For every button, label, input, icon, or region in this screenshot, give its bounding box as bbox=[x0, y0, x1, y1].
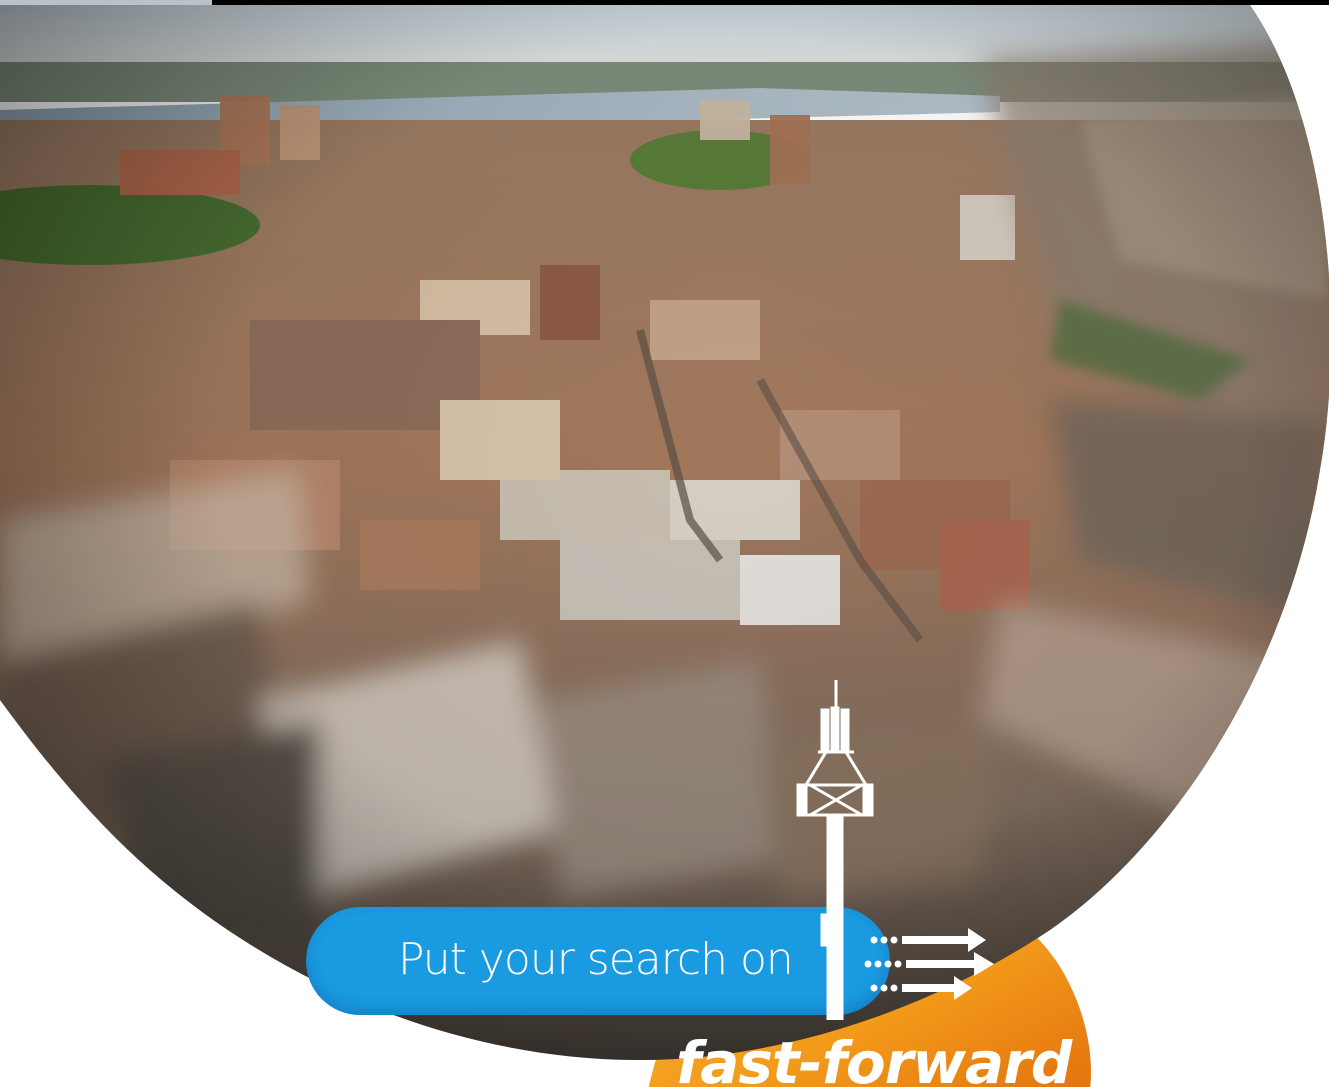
ad-page: Put your search on fast-forward bbox=[0, 0, 1329, 1087]
fast-forward-arrows-icon bbox=[864, 928, 994, 1000]
headline-text: Put your search on bbox=[398, 934, 794, 985]
tagline-text: fast-forward bbox=[676, 1029, 1072, 1087]
